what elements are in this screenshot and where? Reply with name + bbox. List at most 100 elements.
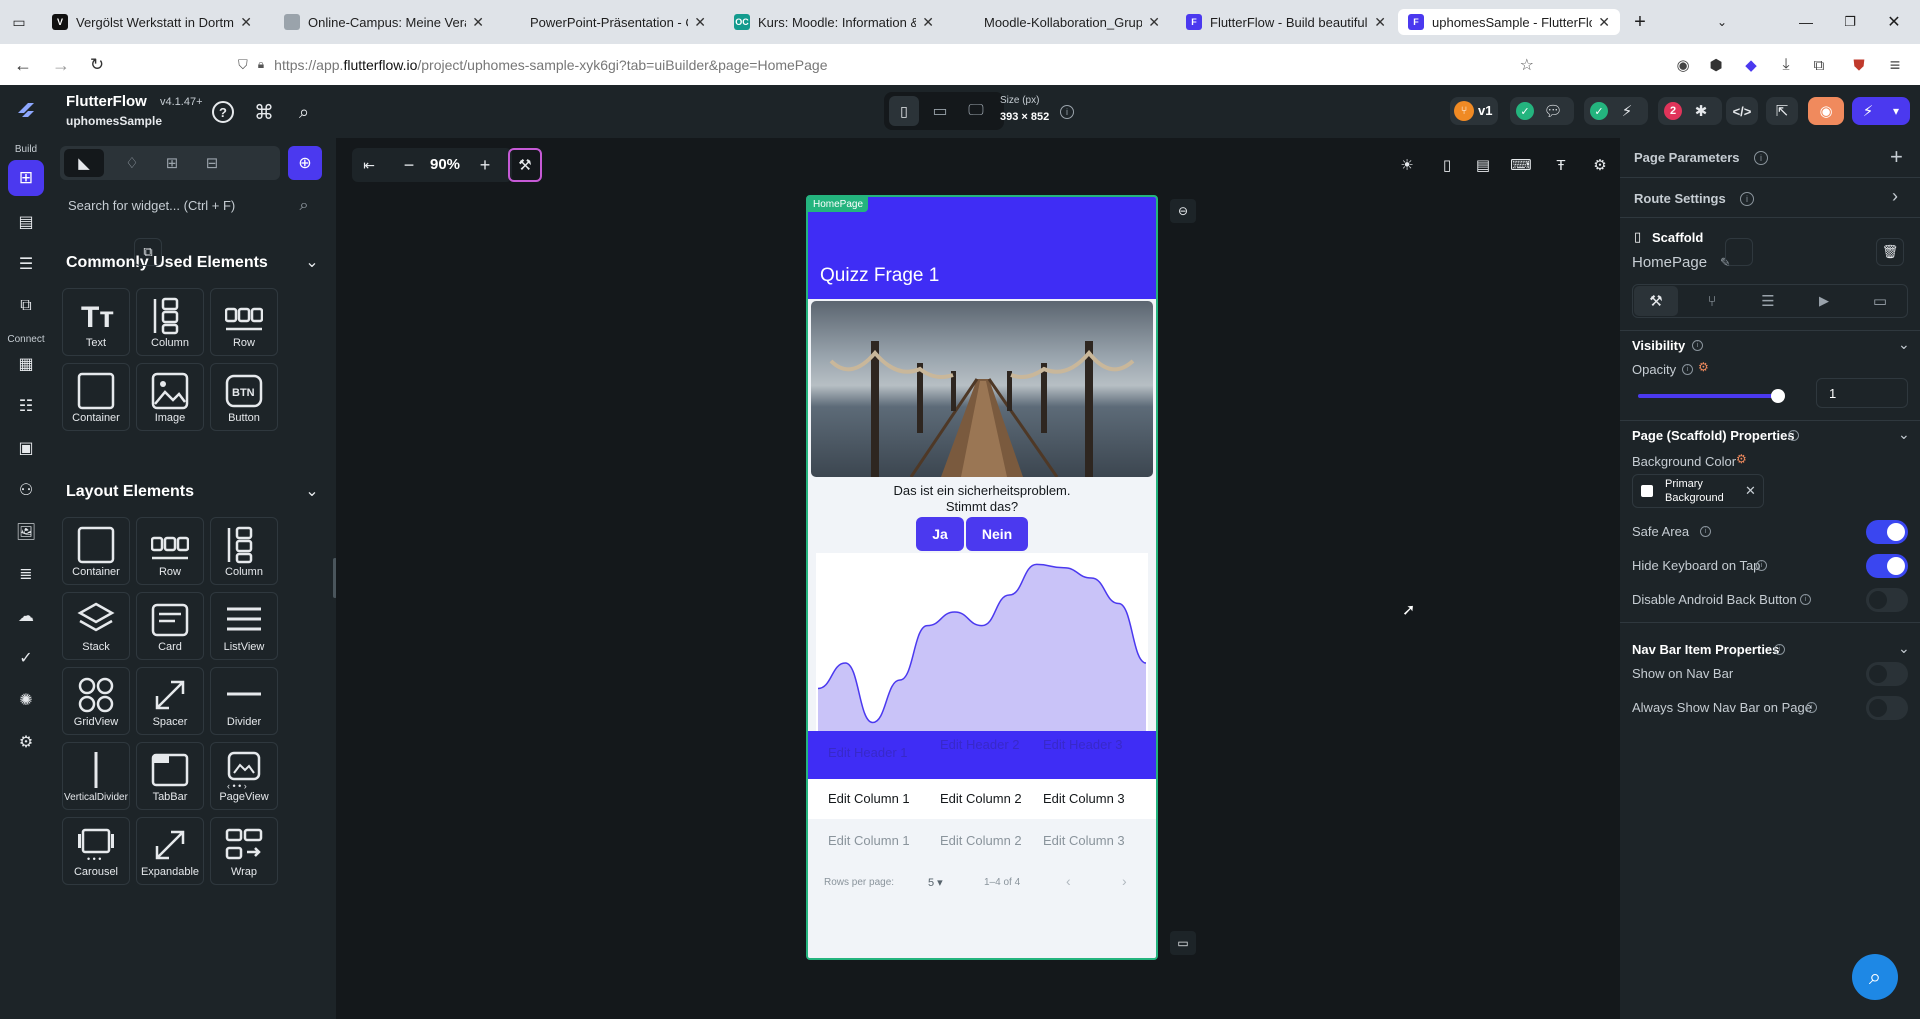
table-cell[interactable]: Edit Column 3 — [1043, 791, 1125, 806]
zoom-out-icon[interactable]: − — [396, 152, 422, 178]
widget-tile-container[interactable]: Container — [62, 517, 130, 585]
forward-arrow-icon[interactable]: → — [50, 54, 72, 76]
new-tab-icon[interactable]: + — [1630, 11, 1650, 33]
media-assets-icon[interactable]: 🖼︎ — [14, 520, 38, 544]
back-arrow-icon[interactable]: ← — [12, 54, 34, 76]
clear-x-icon[interactable]: ✕ — [1745, 483, 1756, 499]
hide-keyboard-toggle[interactable] — [1866, 554, 1908, 578]
ai-gen-icon[interactable]: ✺ — [14, 688, 38, 712]
minimize-icon[interactable]: — — [1796, 12, 1816, 32]
table-header-cell[interactable]: Edit Header 1 — [828, 745, 918, 760]
cloud-icon[interactable]: ☁︎ — [14, 604, 38, 628]
table-cell[interactable]: Edit Column 2 — [940, 791, 1022, 806]
flutter-widgets-tab-icon[interactable]: ◣ — [64, 149, 104, 177]
theme-list-icon[interactable]: ≣ — [14, 562, 38, 586]
no-button[interactable]: Nein — [966, 517, 1028, 551]
show-nav-toggle[interactable] — [1866, 662, 1908, 686]
widget-tile-container[interactable]: Container — [62, 363, 130, 431]
widget-tile-carousel[interactable]: • • • Carousel — [62, 817, 130, 885]
backend-query-tab-icon[interactable]: ☰ — [1746, 286, 1790, 316]
properties-tab-icon[interactable]: ⚒ — [1634, 286, 1678, 316]
table-cell[interactable]: Edit Column 2 — [940, 833, 1022, 848]
collapse-chevron-icon[interactable]: ⌄ — [1898, 336, 1910, 353]
widget-tile-row[interactable]: Row — [136, 517, 204, 585]
delete-trash-icon[interactable]: 🗑︎ — [1876, 238, 1904, 266]
testing-icon[interactable]: ✓ — [14, 646, 38, 670]
tab-close-icon[interactable]: ✕ — [472, 14, 484, 31]
tablet-device-icon[interactable]: ▭ — [925, 96, 955, 126]
command-palette-icon[interactable]: ⌘ — [252, 100, 276, 124]
widget-tile-pageview[interactable]: ‹ • • › PageView — [210, 742, 278, 810]
widget-tile-verticaldivider[interactable]: VerticalDivider — [62, 742, 130, 810]
opacity-slider-track[interactable] — [1638, 389, 1785, 403]
restore-icon[interactable]: ❐ — [1840, 12, 1860, 32]
canvas-settings-icon[interactable]: ⚙︎ — [1587, 152, 1613, 178]
database-icon[interactable]: ▦ — [14, 352, 38, 376]
widget-tile-column[interactable]: Column — [136, 288, 204, 356]
collapse-panel-icon[interactable]: ⇤ — [356, 152, 382, 178]
tab-overflow-chevron-icon[interactable]: ⌄ — [1712, 12, 1732, 32]
issues-status[interactable]: 2 ✱ — [1658, 97, 1722, 125]
text-scale-icon[interactable]: Ŧ — [1548, 152, 1574, 178]
animations-tab-icon[interactable]: ▶ — [1802, 286, 1846, 316]
tab-close-icon[interactable]: ✕ — [694, 14, 706, 31]
bookmark-star-icon[interactable]: ☆ — [1520, 55, 1534, 75]
widget-tile-text[interactable]: Tт Text — [62, 288, 130, 356]
collapse-chevron-icon[interactable]: ⌄ — [1898, 426, 1910, 443]
widget-tile-listview[interactable]: ListView — [210, 592, 278, 660]
table-header-cell[interactable]: Edit Header 3 — [1043, 737, 1133, 752]
always-nav-toggle[interactable] — [1866, 696, 1908, 720]
storyboard-icon[interactable]: ⧉ — [14, 294, 38, 318]
app-state-icon[interactable]: ▣ — [14, 436, 38, 460]
extensions-puzzle-icon[interactable]: ⧉ — [1808, 54, 1830, 76]
ublock-icon[interactable]: ⛊ — [1848, 54, 1870, 76]
open-external-icon[interactable]: ⇱ — [1766, 97, 1798, 125]
pier-image[interactable] — [811, 301, 1153, 477]
search-icon[interactable]: ⌕ — [292, 100, 316, 124]
question-line-1[interactable]: Das ist ein sicherheitsproblem. — [808, 483, 1156, 498]
browser-tab[interactable]: V Vergölst Werkstatt in Dortmund ✕ — [42, 9, 262, 35]
zoom-in-icon[interactable]: + — [472, 152, 498, 178]
table-header-cell[interactable]: Edit Header 2 — [940, 737, 1030, 752]
widget-tile-divider[interactable]: Divider — [210, 667, 278, 735]
version-badge[interactable]: ⑂ v1 — [1450, 97, 1498, 125]
disable-back-toggle[interactable] — [1866, 588, 1908, 612]
templates-tab-icon[interactable]: ⊞ — [152, 149, 192, 177]
responsive-icon[interactable]: ▤ — [1470, 152, 1496, 178]
opacity-input[interactable]: 1 — [1816, 378, 1908, 408]
tab-close-icon[interactable]: ✕ — [1148, 14, 1160, 31]
widget-tile-expandable[interactable]: Expandable — [136, 817, 204, 885]
browser-tab[interactable]: FuphomesSample - FlutterFlow ✕ — [1398, 9, 1620, 35]
table-cell[interactable]: Edit Column 1 — [828, 791, 910, 806]
collab-status[interactable]: ✓ 💬︎ — [1510, 97, 1574, 125]
browser-tab[interactable]: F FlutterFlow - Build beautiful, m ✕ — [1176, 9, 1396, 35]
page-parameters-row[interactable]: Page Parameters i + — [1620, 138, 1920, 178]
libraries-tab-icon[interactable]: ⊟ — [192, 149, 232, 177]
collapse-chevron-icon[interactable]: ⌄ — [1898, 640, 1910, 657]
widget-tile-button[interactable]: BTN Button — [210, 363, 278, 431]
add-parameter-icon[interactable]: + — [1890, 144, 1903, 170]
tab-close-icon[interactable]: ✕ — [240, 14, 252, 31]
tab-close-icon[interactable]: ✕ — [922, 14, 934, 31]
page-name[interactable]: HomePage — [1632, 254, 1707, 271]
rows-per-page-select[interactable]: 5 ▾ — [928, 876, 943, 889]
prev-page-icon[interactable]: ‹ — [1066, 873, 1071, 889]
yes-button[interactable]: Ja — [916, 517, 964, 551]
question-line-2[interactable]: Stimmt das? — [808, 499, 1156, 514]
ai-assist-icon[interactable]: ⚒ — [508, 148, 542, 182]
chevron-right-icon[interactable]: › — [1892, 186, 1898, 207]
phone-preview[interactable]: HomePage Quizz Frage 1 Das ist ein siche… — [806, 195, 1158, 960]
opacity-slider-knob[interactable] — [1771, 389, 1785, 403]
pages-icon[interactable]: ▤ — [14, 210, 38, 234]
size-info-icon[interactable]: i — [1060, 105, 1074, 119]
widget-tile-spacer[interactable]: Spacer — [136, 667, 204, 735]
run-button[interactable]: ⚡︎ ▾ — [1852, 97, 1910, 125]
route-settings-row[interactable]: Route Settings i › — [1620, 178, 1920, 218]
widget-tile-image[interactable]: Image — [136, 363, 204, 431]
bottom-sheet-icon[interactable]: ▭ — [1170, 931, 1196, 955]
browser-tab[interactable]: Moodle-Kollaboration_Gruppen - M ✕ — [950, 9, 1170, 35]
widget-tile-wrap[interactable]: Wrap — [210, 817, 278, 885]
zoom-level[interactable]: 90% — [430, 156, 460, 173]
duplicate-icon[interactable]: ⧉ — [134, 238, 162, 266]
browser-tab[interactable]: PowerPoint-Präsentation - CoffeeTa ✕ — [496, 9, 716, 35]
